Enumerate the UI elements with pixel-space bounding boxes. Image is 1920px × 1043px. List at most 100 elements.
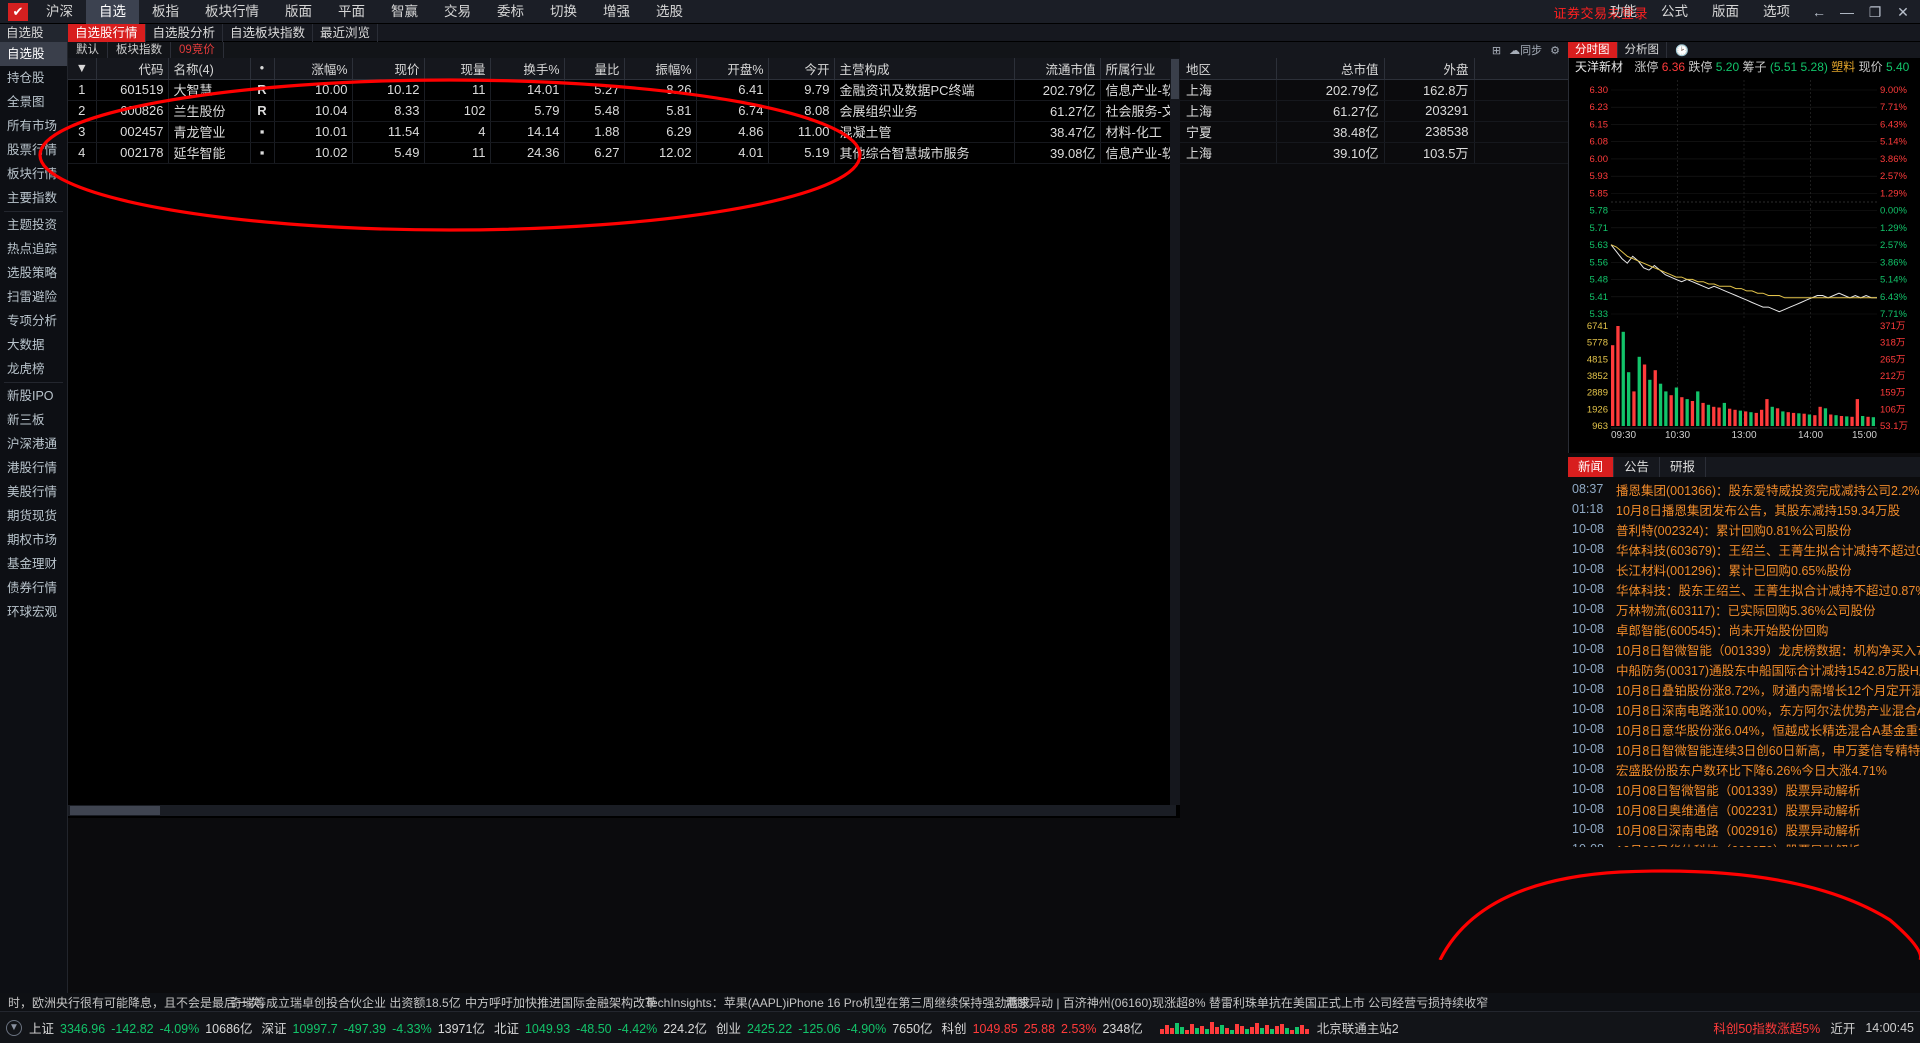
restore-icon[interactable]: ❐ — [1862, 1, 1888, 23]
view-tab-0[interactable]: 默认 — [68, 42, 108, 58]
sub-tab-1[interactable]: 自选股分析 — [146, 23, 224, 42]
sidebar-item-22[interactable]: 债券行情 — [0, 576, 67, 600]
col-vol-now[interactable]: 现量 — [424, 58, 491, 80]
table-row[interactable]: 上海 202.79亿 162.8万 — [1180, 79, 1569, 101]
news-item[interactable]: 10-08 10月8日叠铂股份涨8.72%，财通内需增长12个月定开混合A基金重 — [1568, 679, 1920, 699]
vscroll-thumb[interactable] — [1171, 59, 1179, 99]
gear-icon[interactable]: ⚙ — [1550, 44, 1560, 57]
index-3[interactable]: 创业 2425.22 -125.06 -4.90% 7650亿 — [716, 1018, 933, 1037]
index-1[interactable]: 深证 10997.7 -497.39 -4.33% 13971亿 — [261, 1018, 484, 1037]
col-sort[interactable]: ▼ — [68, 58, 97, 80]
sidebar-item-2[interactable]: 全景图 — [0, 90, 67, 114]
news-item[interactable]: 10-08 华体科技(603679)：王绍兰、王菁生拟合计减持不超过0.87%股 — [1568, 539, 1920, 559]
news-text[interactable]: 10月8日播恩集团发布公告，其股东减持159.34万股 — [1616, 500, 1900, 519]
more-label[interactable]: 近开 — [1830, 1018, 1855, 1037]
sync-label[interactable]: ☁同步 — [1509, 42, 1542, 58]
news-item[interactable]: 10-08 普利特(002324)：累计回购0.81%公司股份 — [1568, 519, 1920, 539]
menu-item-7[interactable]: 交易 — [431, 0, 484, 24]
scroll-news-item[interactable]: 奇瑞等成立瑞卓创投合伙企业 出资额18.5亿 — [230, 994, 461, 1011]
col-chg-pct[interactable]: 涨幅% — [274, 58, 353, 80]
col-flag[interactable]: • — [250, 58, 275, 80]
news-text[interactable]: 10月08日深南电路（002916）股票异动解析 — [1616, 820, 1861, 839]
sidebar-item-18[interactable]: 美股行情 — [0, 480, 67, 504]
news-text[interactable]: 10月8日意华股份涨6.04%，恒越成长精选混合A基金重仓该股 — [1616, 720, 1920, 739]
table-row[interactable]: 1 601519 大智慧 R 10.00 10.12 11 14.01 5.27 8.26 6.41… — [68, 79, 1221, 101]
close-icon[interactable]: ✕ — [1890, 1, 1916, 23]
view-tab-1[interactable]: 板块指数 — [108, 42, 171, 58]
news-item[interactable]: 10-08 10月08日深南电路（002916）股票异动解析 — [1568, 819, 1920, 839]
sidebar-item-14[interactable]: 新股IPO — [0, 384, 67, 408]
right-menu-item-3[interactable]: 选项 — [1751, 0, 1802, 24]
sidebar-item-10[interactable]: 扫雷避险 — [0, 285, 67, 309]
sub-tab-0[interactable]: 自选股行情 — [68, 23, 146, 42]
menu-item-1[interactable]: 自选 — [86, 0, 139, 24]
chart-tab-1[interactable]: 分析图 — [1618, 42, 1667, 58]
sidebar-item-13[interactable]: 龙虎榜 — [0, 357, 67, 381]
add-column-icon[interactable]: ⊞ — [1492, 44, 1501, 57]
sidebar-item-19[interactable]: 期货现货 — [0, 504, 67, 528]
menu-item-5[interactable]: 平面 — [325, 0, 378, 24]
news-item[interactable]: 10-08 10月8日深南电路涨10.00%，东方阿尔法优势产业混合A基金重 — [1568, 699, 1920, 719]
news-item[interactable]: 10-0810月08日华体科技（603679）股票异动解析 — [1568, 839, 1920, 847]
menu-item-11[interactable]: 选股 — [643, 0, 696, 24]
scroll-news-item[interactable]: 港股异动 | 百济神州(06160)现涨超8% 替雷利珠单抗在美国正式上市 公司… — [1005, 994, 1488, 1011]
news-item[interactable]: 10-08 卓郎智能(600545)：尚未开始股份回购 — [1568, 619, 1920, 639]
sidebar-item-23[interactable]: 环球宏观 — [0, 600, 67, 624]
scroll-news-item[interactable]: TechInsights：苹果(AAPL)iPhone 16 Pro机型在第三周… — [645, 994, 1030, 1011]
menu-item-9[interactable]: 切换 — [537, 0, 590, 24]
col-total-mv[interactable]: 总市值 — [1276, 58, 1385, 80]
col-amp-pct[interactable]: 振幅% — [624, 58, 697, 80]
minimize-icon[interactable]: — — [1834, 1, 1860, 23]
news-item[interactable]: 10-08 10月08日奥维通信（002231）股票异动解析 — [1568, 799, 1920, 819]
sidebar-item-16[interactable]: 沪深港通 — [0, 432, 67, 456]
sidebar-item-1[interactable]: 持仓股 — [0, 66, 67, 90]
menu-item-10[interactable]: 增强 — [590, 0, 643, 24]
table-row[interactable]: 4 002178 延华智能 ▪ 10.02 5.49 11 24.36 6.27 12.02 4.0… — [68, 142, 1221, 164]
scroll-news-item[interactable]: 中方呼吁加快推进国际金融架构改革 — [465, 994, 657, 1011]
sidebar-item-7[interactable]: 主题投资 — [0, 213, 67, 237]
menu-item-3[interactable]: 板块行情 — [192, 0, 272, 24]
menu-item-0[interactable]: 沪深 — [33, 0, 86, 24]
sidebar-item-3[interactable]: 所有市场 — [0, 114, 67, 138]
menu-item-2[interactable]: 板指 — [139, 0, 192, 24]
table-row[interactable]: 上海 61.27亿 203291 — [1180, 100, 1569, 122]
news-list[interactable]: 08:37 播恩集团(001366)：股东爱特威投资完成减持公司2.2%股份 01:… — [1568, 479, 1920, 847]
menu-item-4[interactable]: 版面 — [272, 0, 325, 24]
col-turnover-pct[interactable]: 换手% — [490, 58, 565, 80]
hot-tip[interactable]: 科创50指数涨超5% — [1713, 1018, 1820, 1037]
sidebar-item-5[interactable]: 板块行情 — [0, 162, 67, 186]
menu-item-6[interactable]: 智赢 — [378, 0, 431, 24]
news-item[interactable]: 10-08 10月8日智微智能连续3日创60日新高，申万菱信专精特新主题讨 — [1568, 739, 1920, 759]
news-item[interactable]: 01:18 10月8日播恩集团发布公告，其股东减持159.34万股 — [1568, 499, 1920, 519]
news-text[interactable]: 华体科技(603679)：王绍兰、王菁生拟合计减持不超过0.87%股 — [1616, 540, 1920, 559]
news-text[interactable]: 10月08日华体科技（603679）股票异动解析 — [1616, 840, 1861, 848]
quote-table-right-columns[interactable]: 地区 总市值 外盘 上海 202.79亿 162.8万 上海 61.27亿 203291 宁… — [1180, 58, 1569, 164]
back-icon[interactable]: ← — [1806, 1, 1832, 23]
news-text[interactable]: 卓郎智能(600545)：尚未开始股份回购 — [1616, 620, 1829, 639]
news-tab-0[interactable]: 新闻 — [1568, 457, 1615, 477]
col-region[interactable]: 地区 — [1180, 58, 1277, 80]
news-text[interactable]: 中船防务(00317)通股东中船国际合计减持1542.8万股H股股份 — [1616, 660, 1920, 679]
intraday-chart[interactable]: 天洋新材 涨停 6.36 跌停 5.20 筹子 (5.51 5.28) 塑料 现… — [1568, 58, 1920, 453]
news-tab-2[interactable]: 研报 — [1660, 457, 1707, 477]
table-row[interactable]: 3 002457 青龙管业 ▪ 10.01 11.54 4 14.14 1.88 6.29 4.86… — [68, 121, 1221, 143]
news-text[interactable]: 华体科技：股东王绍兰、王菁生拟合计减持不超过0.87%股份 — [1616, 580, 1920, 599]
news-tab-1[interactable]: 公告 — [1614, 457, 1661, 477]
col-business[interactable]: 主营构成 — [834, 58, 1015, 80]
news-text[interactable]: 长江材料(001296)：累计已回购0.65%股份 — [1616, 560, 1851, 579]
news-item[interactable]: 10-08 10月8日意华股份涨6.04%，恒越成长精选混合A基金重仓该股 — [1568, 719, 1920, 739]
sidebar-item-12[interactable]: 大数据 — [0, 333, 67, 357]
col-open[interactable]: 今开 — [768, 58, 835, 80]
news-item[interactable]: 10-08 华体科技：股东王绍兰、王菁生拟合计减持不超过0.87%股份 — [1568, 579, 1920, 599]
news-item[interactable]: 10-08 万林物流(603117)：已实际回购5.36%公司股份 — [1568, 599, 1920, 619]
hscroll-thumb[interactable] — [70, 806, 160, 815]
news-text[interactable]: 10月8日深南电路涨10.00%，东方阿尔法优势产业混合A基金重 — [1616, 700, 1920, 719]
news-text[interactable]: 宏盛股份股东户数环比下降6.26%今日大涨4.71% — [1616, 760, 1887, 779]
col-vol-ratio[interactable]: 量比 — [564, 58, 625, 80]
scrolling-news-strip[interactable]: 时，欧洲央行很有可能降息，且不会是最后一次。 奇瑞等成立瑞卓创投合伙企业 出资额1… — [0, 993, 1920, 1011]
col-outer[interactable]: 外盘 — [1384, 58, 1475, 80]
news-text[interactable]: 10月08日奥维通信（002231）股票异动解析 — [1616, 800, 1861, 819]
index-2[interactable]: 北证 1049.93 -48.50 -4.42% 224.2亿 — [494, 1018, 707, 1037]
history-clock-icon[interactable]: 🕑 — [1675, 44, 1689, 57]
table-row[interactable]: 宁夏 38.48亿 238538 — [1180, 121, 1569, 143]
